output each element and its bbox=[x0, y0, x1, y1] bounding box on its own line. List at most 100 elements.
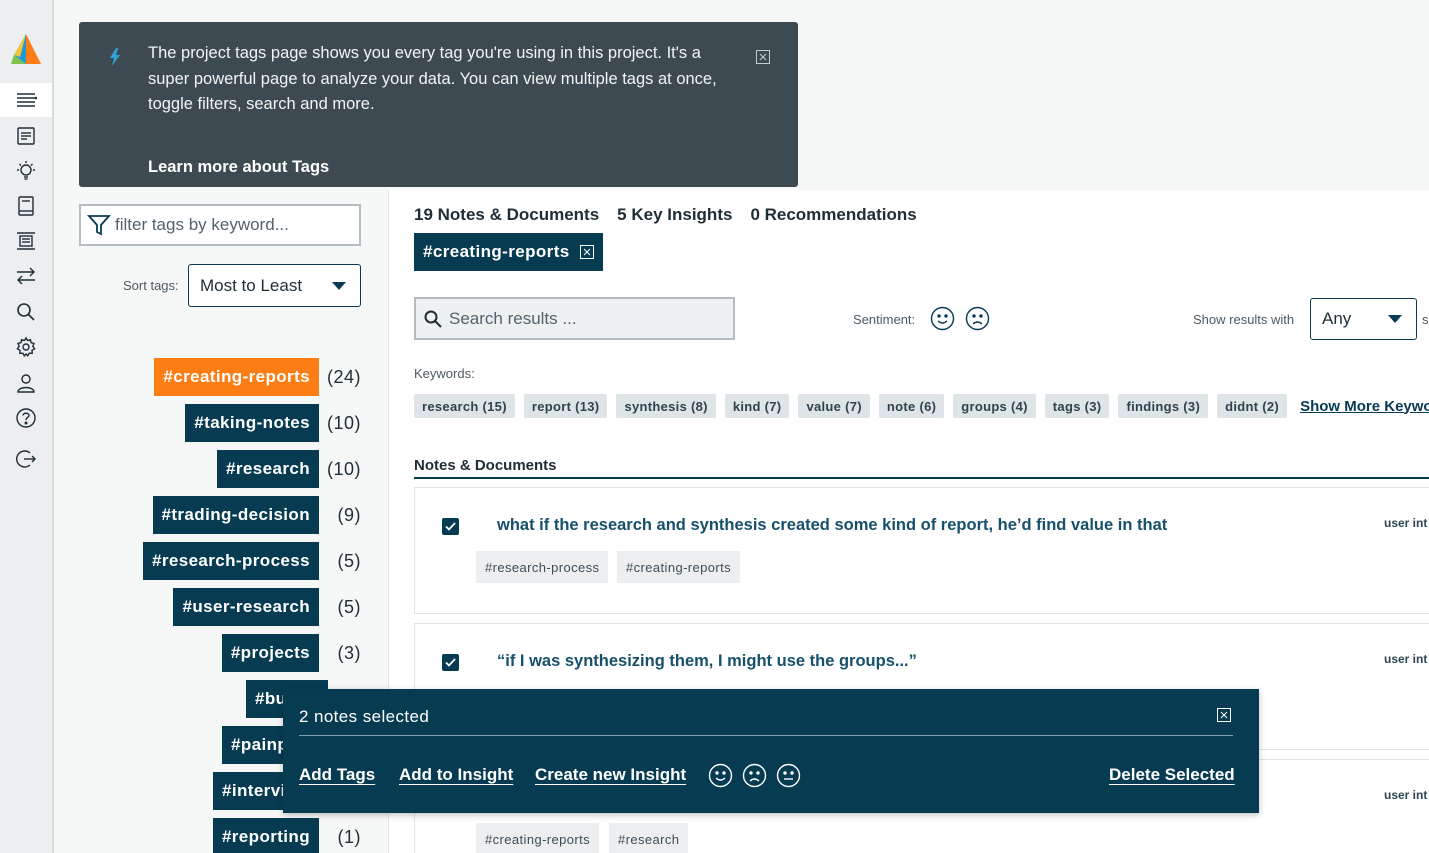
logout-icon bbox=[16, 450, 36, 468]
tag-row[interactable]: #trading-decision (9) bbox=[152, 496, 362, 534]
tag-pill[interactable]: #creating-reports bbox=[154, 358, 319, 396]
tag-count: (24) bbox=[326, 366, 361, 387]
keyword-chip[interactable]: synthesis (8) bbox=[616, 394, 716, 418]
tag-count: (5) bbox=[337, 550, 361, 571]
tag-count: (5) bbox=[337, 596, 361, 617]
nav-transfer[interactable] bbox=[0, 259, 52, 293]
tag-row[interactable]: #research-process (5) bbox=[142, 542, 361, 580]
learn-more-tags-link[interactable]: Learn more about Tags bbox=[148, 158, 329, 177]
frown-negative-icon[interactable] bbox=[742, 763, 767, 788]
smile-positive-icon[interactable] bbox=[708, 763, 733, 788]
tag-pill[interactable]: #user-research bbox=[173, 588, 319, 626]
search-icon bbox=[424, 310, 442, 328]
note-tag[interactable]: #creating-reports bbox=[617, 551, 741, 583]
insights-count[interactable]: 5 Key Insights bbox=[617, 205, 732, 225]
tag-pill[interactable]: #projects bbox=[221, 634, 319, 672]
note-tag[interactable]: #research-process bbox=[476, 551, 609, 583]
keyword-chip[interactable]: didnt (2) bbox=[1217, 394, 1288, 418]
tag-row[interactable]: #creating-reports (24) bbox=[154, 358, 361, 396]
tag-row[interactable]: #research (10) bbox=[217, 450, 361, 488]
remove-tag-icon[interactable] bbox=[579, 245, 594, 259]
tag-row[interactable]: #user-research (5) bbox=[173, 588, 361, 626]
insights-bulb-icon bbox=[17, 161, 35, 180]
note-card[interactable]: what if the research and synthesis creat… bbox=[414, 487, 1429, 614]
note-tag[interactable]: #research bbox=[609, 823, 689, 853]
tag-pill[interactable]: #trading-decision bbox=[152, 496, 319, 534]
sort-tags-label: Sort tags: bbox=[123, 278, 179, 293]
note-source: user int bbox=[1384, 652, 1428, 666]
filter-tags-input[interactable] bbox=[115, 215, 345, 235]
tag-count: (1) bbox=[337, 826, 361, 847]
add-tags-button[interactable]: Add Tags bbox=[299, 765, 375, 785]
nav-settings[interactable] bbox=[0, 330, 52, 364]
show-more-keywords-link[interactable]: Show More Keywords bbox=[1300, 398, 1429, 415]
search-results-input[interactable] bbox=[449, 308, 719, 329]
nav-present[interactable] bbox=[0, 224, 52, 258]
tag-pill[interactable]: #research-process bbox=[142, 542, 319, 580]
note-checkbox[interactable] bbox=[442, 654, 459, 671]
checkmark-icon bbox=[445, 522, 456, 531]
note-source: user int bbox=[1384, 788, 1428, 802]
selected-count: 2 notes selected bbox=[299, 707, 430, 726]
result-counts: 19 Notes & Documents 5 Key Insights 0 Re… bbox=[414, 205, 917, 225]
active-tag-chip[interactable]: #creating-reports bbox=[414, 233, 603, 271]
show-results-label: Show results with bbox=[1193, 312, 1295, 327]
user-icon bbox=[17, 374, 35, 393]
smile-positive-icon[interactable] bbox=[930, 306, 955, 331]
tag-row[interactable]: #reporting (1) bbox=[212, 818, 361, 853]
close-icon[interactable] bbox=[1217, 708, 1231, 722]
search-icon bbox=[17, 303, 35, 321]
sidebar bbox=[0, 0, 54, 853]
keyword-chip[interactable]: tags (3) bbox=[1044, 394, 1110, 418]
neutral-face-icon[interactable] bbox=[776, 763, 801, 788]
keyword-chip[interactable]: findings (3) bbox=[1118, 394, 1209, 418]
section-divider bbox=[414, 477, 1429, 479]
nav-book[interactable] bbox=[0, 189, 52, 223]
note-title[interactable]: what if the research and synthesis creat… bbox=[497, 516, 1167, 535]
tag-count: (3) bbox=[337, 642, 361, 663]
caret-down-icon bbox=[1388, 315, 1402, 323]
create-new-insight-button[interactable]: Create new Insight bbox=[535, 765, 686, 785]
frown-negative-icon[interactable] bbox=[965, 306, 990, 331]
note-title[interactable]: “if I was synthesizing them, I might use… bbox=[497, 652, 917, 671]
nav-search[interactable] bbox=[0, 295, 52, 329]
delete-selected-button[interactable]: Delete Selected bbox=[1109, 765, 1235, 785]
present-icon bbox=[17, 232, 35, 250]
add-to-insight-button[interactable]: Add to Insight bbox=[399, 765, 513, 785]
sort-tags-value: Most to Least bbox=[200, 275, 303, 295]
tag-pill[interactable]: #taking-notes bbox=[185, 404, 319, 442]
toolbar-divider bbox=[299, 735, 1233, 736]
notes-count[interactable]: 19 Notes & Documents bbox=[414, 205, 599, 225]
tag-pill[interactable]: #research bbox=[217, 450, 319, 488]
keyword-chip[interactable]: research (15) bbox=[414, 394, 515, 418]
nav-notes-list[interactable] bbox=[0, 83, 52, 117]
tag-row[interactable]: #projects (3) bbox=[221, 634, 361, 672]
close-icon[interactable] bbox=[756, 50, 770, 64]
active-tag-label: #creating-reports bbox=[423, 242, 570, 261]
keyword-chip[interactable]: report (13) bbox=[523, 394, 608, 418]
sentiment-label: Sentiment: bbox=[853, 312, 916, 327]
nav-logout[interactable] bbox=[0, 442, 52, 476]
keyword-chip[interactable]: kind (7) bbox=[724, 394, 790, 418]
note-source: user int bbox=[1384, 516, 1428, 530]
caret-down-icon bbox=[332, 282, 346, 290]
nav-help[interactable] bbox=[0, 401, 52, 435]
checkmark-icon bbox=[445, 658, 456, 667]
nav-insights[interactable] bbox=[0, 154, 52, 188]
nav-profile[interactable] bbox=[0, 366, 52, 400]
keyword-chip[interactable]: value (7) bbox=[798, 394, 870, 418]
sort-tags-select[interactable]: Most to Least bbox=[188, 264, 361, 307]
nav-documents[interactable] bbox=[0, 119, 52, 153]
keyword-chip[interactable]: note (6) bbox=[878, 394, 945, 418]
app-logo-icon[interactable] bbox=[10, 33, 42, 65]
tag-row[interactable]: #taking-notes (10) bbox=[185, 404, 361, 442]
show-results-select[interactable]: Any bbox=[1310, 298, 1417, 340]
keyword-chip[interactable]: groups (4) bbox=[953, 394, 1036, 418]
note-tag[interactable]: #creating-reports bbox=[476, 823, 600, 853]
help-icon bbox=[16, 408, 36, 428]
tag-pill[interactable]: #reporting bbox=[212, 818, 319, 853]
recommendations-count[interactable]: 0 Recommendations bbox=[750, 205, 916, 225]
note-checkbox[interactable] bbox=[442, 518, 459, 535]
search-results-field[interactable] bbox=[414, 297, 735, 340]
filter-tags-field[interactable] bbox=[79, 204, 361, 246]
